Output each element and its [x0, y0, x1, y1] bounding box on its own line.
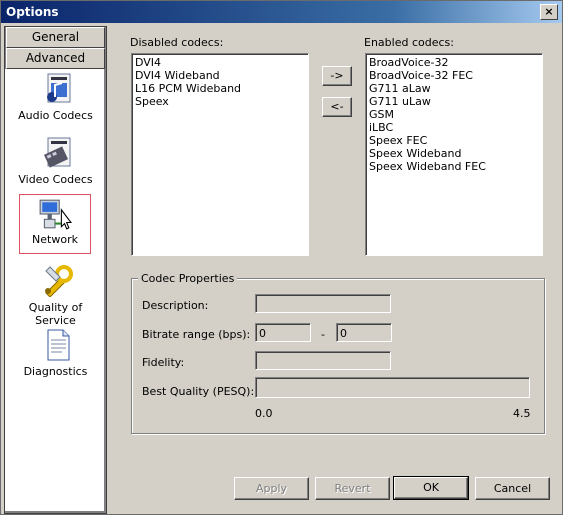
fidelity-label: Fidelity:	[142, 356, 185, 369]
best-quality-label: Best Quality (PESQ):	[142, 385, 255, 398]
enabled-codecs-label: Enabled codecs:	[364, 36, 454, 49]
options-dialog: Options × General Advanced Audio Codecs	[0, 0, 563, 515]
move-to-disabled-button[interactable]: <-	[322, 97, 352, 117]
ok-button[interactable]: OK	[393, 476, 469, 500]
list-item[interactable]: BroadVoice-32	[366, 56, 542, 69]
move-to-enabled-button[interactable]: ->	[322, 66, 352, 86]
sidebar: General Advanced Audio Codecs Video Code…	[4, 26, 107, 514]
apply-button[interactable]: Apply	[234, 477, 309, 500]
diagnostics-icon	[47, 329, 70, 361]
sidebar-item-label: Audio Codecs	[18, 109, 93, 122]
close-button[interactable]: ×	[540, 4, 558, 20]
quality-of-service-icon	[45, 265, 73, 297]
list-item[interactable]: BroadVoice-32 FEC	[366, 69, 542, 82]
title-bar[interactable]: Options ×	[1, 1, 562, 23]
list-item[interactable]: G711 aLaw	[366, 82, 542, 95]
audio-codecs-icon	[47, 73, 71, 103]
description-label: Description:	[142, 299, 209, 312]
list-item[interactable]: DVI4 Wideband	[132, 69, 308, 82]
list-item[interactable]: G711 uLaw	[366, 95, 542, 108]
sidebar-item-network[interactable]: Network	[19, 194, 91, 254]
revert-button[interactable]: Revert	[315, 477, 390, 500]
sidebar-item-quality-of-service[interactable]: Quality of Service	[8, 263, 103, 327]
window-title: Options	[6, 5, 59, 19]
bitrate-max-field[interactable]: 0	[336, 323, 392, 342]
list-item[interactable]: Speex Wideband FEC	[366, 160, 542, 173]
best-quality-bar	[255, 377, 530, 398]
list-item[interactable]: Speex	[132, 95, 308, 108]
sidebar-item-label: Diagnostics	[23, 365, 88, 378]
codec-properties-group: Codec Properties Description: Bitrate ra…	[131, 272, 545, 434]
list-item[interactable]: DVI4	[132, 56, 308, 69]
sidebar-item-diagnostics[interactable]: Diagnostics	[8, 327, 103, 385]
list-item[interactable]: GSM	[366, 108, 542, 121]
tab-general[interactable]: General	[6, 27, 105, 48]
list-item[interactable]: Speex Wideband	[366, 147, 542, 160]
scale-min-label: 0.0	[255, 407, 273, 420]
sidebar-item-label: Video Codecs	[18, 173, 93, 186]
fidelity-field[interactable]	[255, 351, 391, 370]
group-title: Codec Properties	[138, 272, 238, 285]
disabled-codecs-list[interactable]: DVI4 DVI4 Wideband L16 PCM Wideband Spee…	[131, 53, 309, 256]
sidebar-item-label: Quality of Service	[28, 301, 83, 327]
enabled-codecs-list[interactable]: BroadVoice-32 BroadVoice-32 FEC G711 aLa…	[365, 53, 543, 256]
cancel-button[interactable]: Cancel	[475, 477, 550, 500]
tab-advanced[interactable]: Advanced	[6, 48, 105, 69]
sidebar-item-audio-codecs[interactable]: Audio Codecs	[8, 71, 103, 129]
scale-max-label: 4.5	[513, 407, 531, 420]
disabled-codecs-label: Disabled codecs:	[130, 36, 224, 49]
bitrate-label: Bitrate range (bps):	[142, 328, 251, 341]
list-item[interactable]: iLBC	[366, 121, 542, 134]
list-item[interactable]: Speex FEC	[366, 134, 542, 147]
bitrate-separator: -	[321, 328, 325, 341]
sidebar-item-video-codecs[interactable]: Video Codecs	[8, 135, 103, 193]
description-field[interactable]	[255, 294, 391, 313]
bitrate-min-field[interactable]: 0	[255, 323, 311, 342]
sidebar-panel: Audio Codecs Video Codecs Network Qualit…	[5, 69, 104, 511]
list-item[interactable]: L16 PCM Wideband	[132, 82, 308, 95]
video-codecs-icon	[43, 137, 71, 168]
network-icon	[39, 199, 72, 230]
sidebar-item-label: Network	[32, 233, 78, 246]
